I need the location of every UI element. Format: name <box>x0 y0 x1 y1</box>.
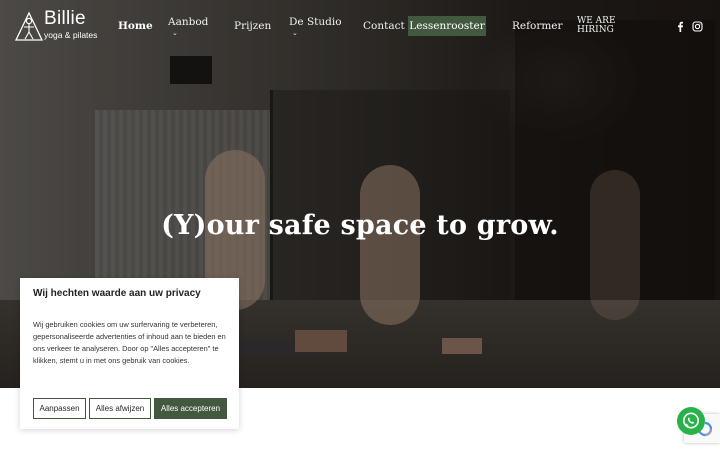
nav-lessenrooster-button[interactable]: Lessenrooster <box>408 16 486 36</box>
cookie-consent-dialog: Wij hechten waarde aan uw privacy Wij ge… <box>20 278 239 429</box>
brand-tagline: yoga & pilates <box>44 30 98 40</box>
cookie-customize-button[interactable]: Aanpassen <box>33 398 86 419</box>
nav-aanbod[interactable]: Aanbod <box>168 16 208 28</box>
nav-we-are-hiring[interactable]: WE ARE HIRING <box>577 17 617 35</box>
chevron-down-icon: ⌄ <box>292 29 298 37</box>
chevron-down-icon: ⌄ <box>172 29 178 37</box>
site-logo[interactable]: Billie yoga & pilates <box>14 8 98 42</box>
main-navigation: Billie yoga & pilates Home Aanbod ⌄ Prij… <box>0 0 720 52</box>
instagram-icon[interactable] <box>692 21 703 32</box>
nav-contact[interactable]: Contact <box>363 20 405 32</box>
nav-home[interactable]: Home <box>118 20 153 32</box>
whatsapp-chat-button[interactable] <box>677 407 705 435</box>
brand-name: Billie <box>44 8 86 29</box>
nav-de-studio[interactable]: De Studio <box>289 16 342 28</box>
cookie-reject-all-button[interactable]: Alles afwijzen <box>89 398 151 419</box>
nav-reformer[interactable]: Reformer <box>512 20 563 32</box>
yoga-figure-triangle-icon <box>14 11 44 41</box>
facebook-icon[interactable] <box>675 21 686 32</box>
cookie-accept-all-button[interactable]: Alles accepteren <box>154 398 227 419</box>
hiring-line-2: HIRING <box>577 25 614 35</box>
hero-title: (Y)our safe space to grow. <box>161 210 559 241</box>
cookie-body-text: Wij gebruiken cookies om uw surfervaring… <box>33 320 226 365</box>
whatsapp-icon <box>683 412 699 429</box>
cookie-title: Wij hechten waarde aan uw privacy <box>33 288 201 299</box>
nav-prijzen[interactable]: Prijzen <box>234 20 271 32</box>
